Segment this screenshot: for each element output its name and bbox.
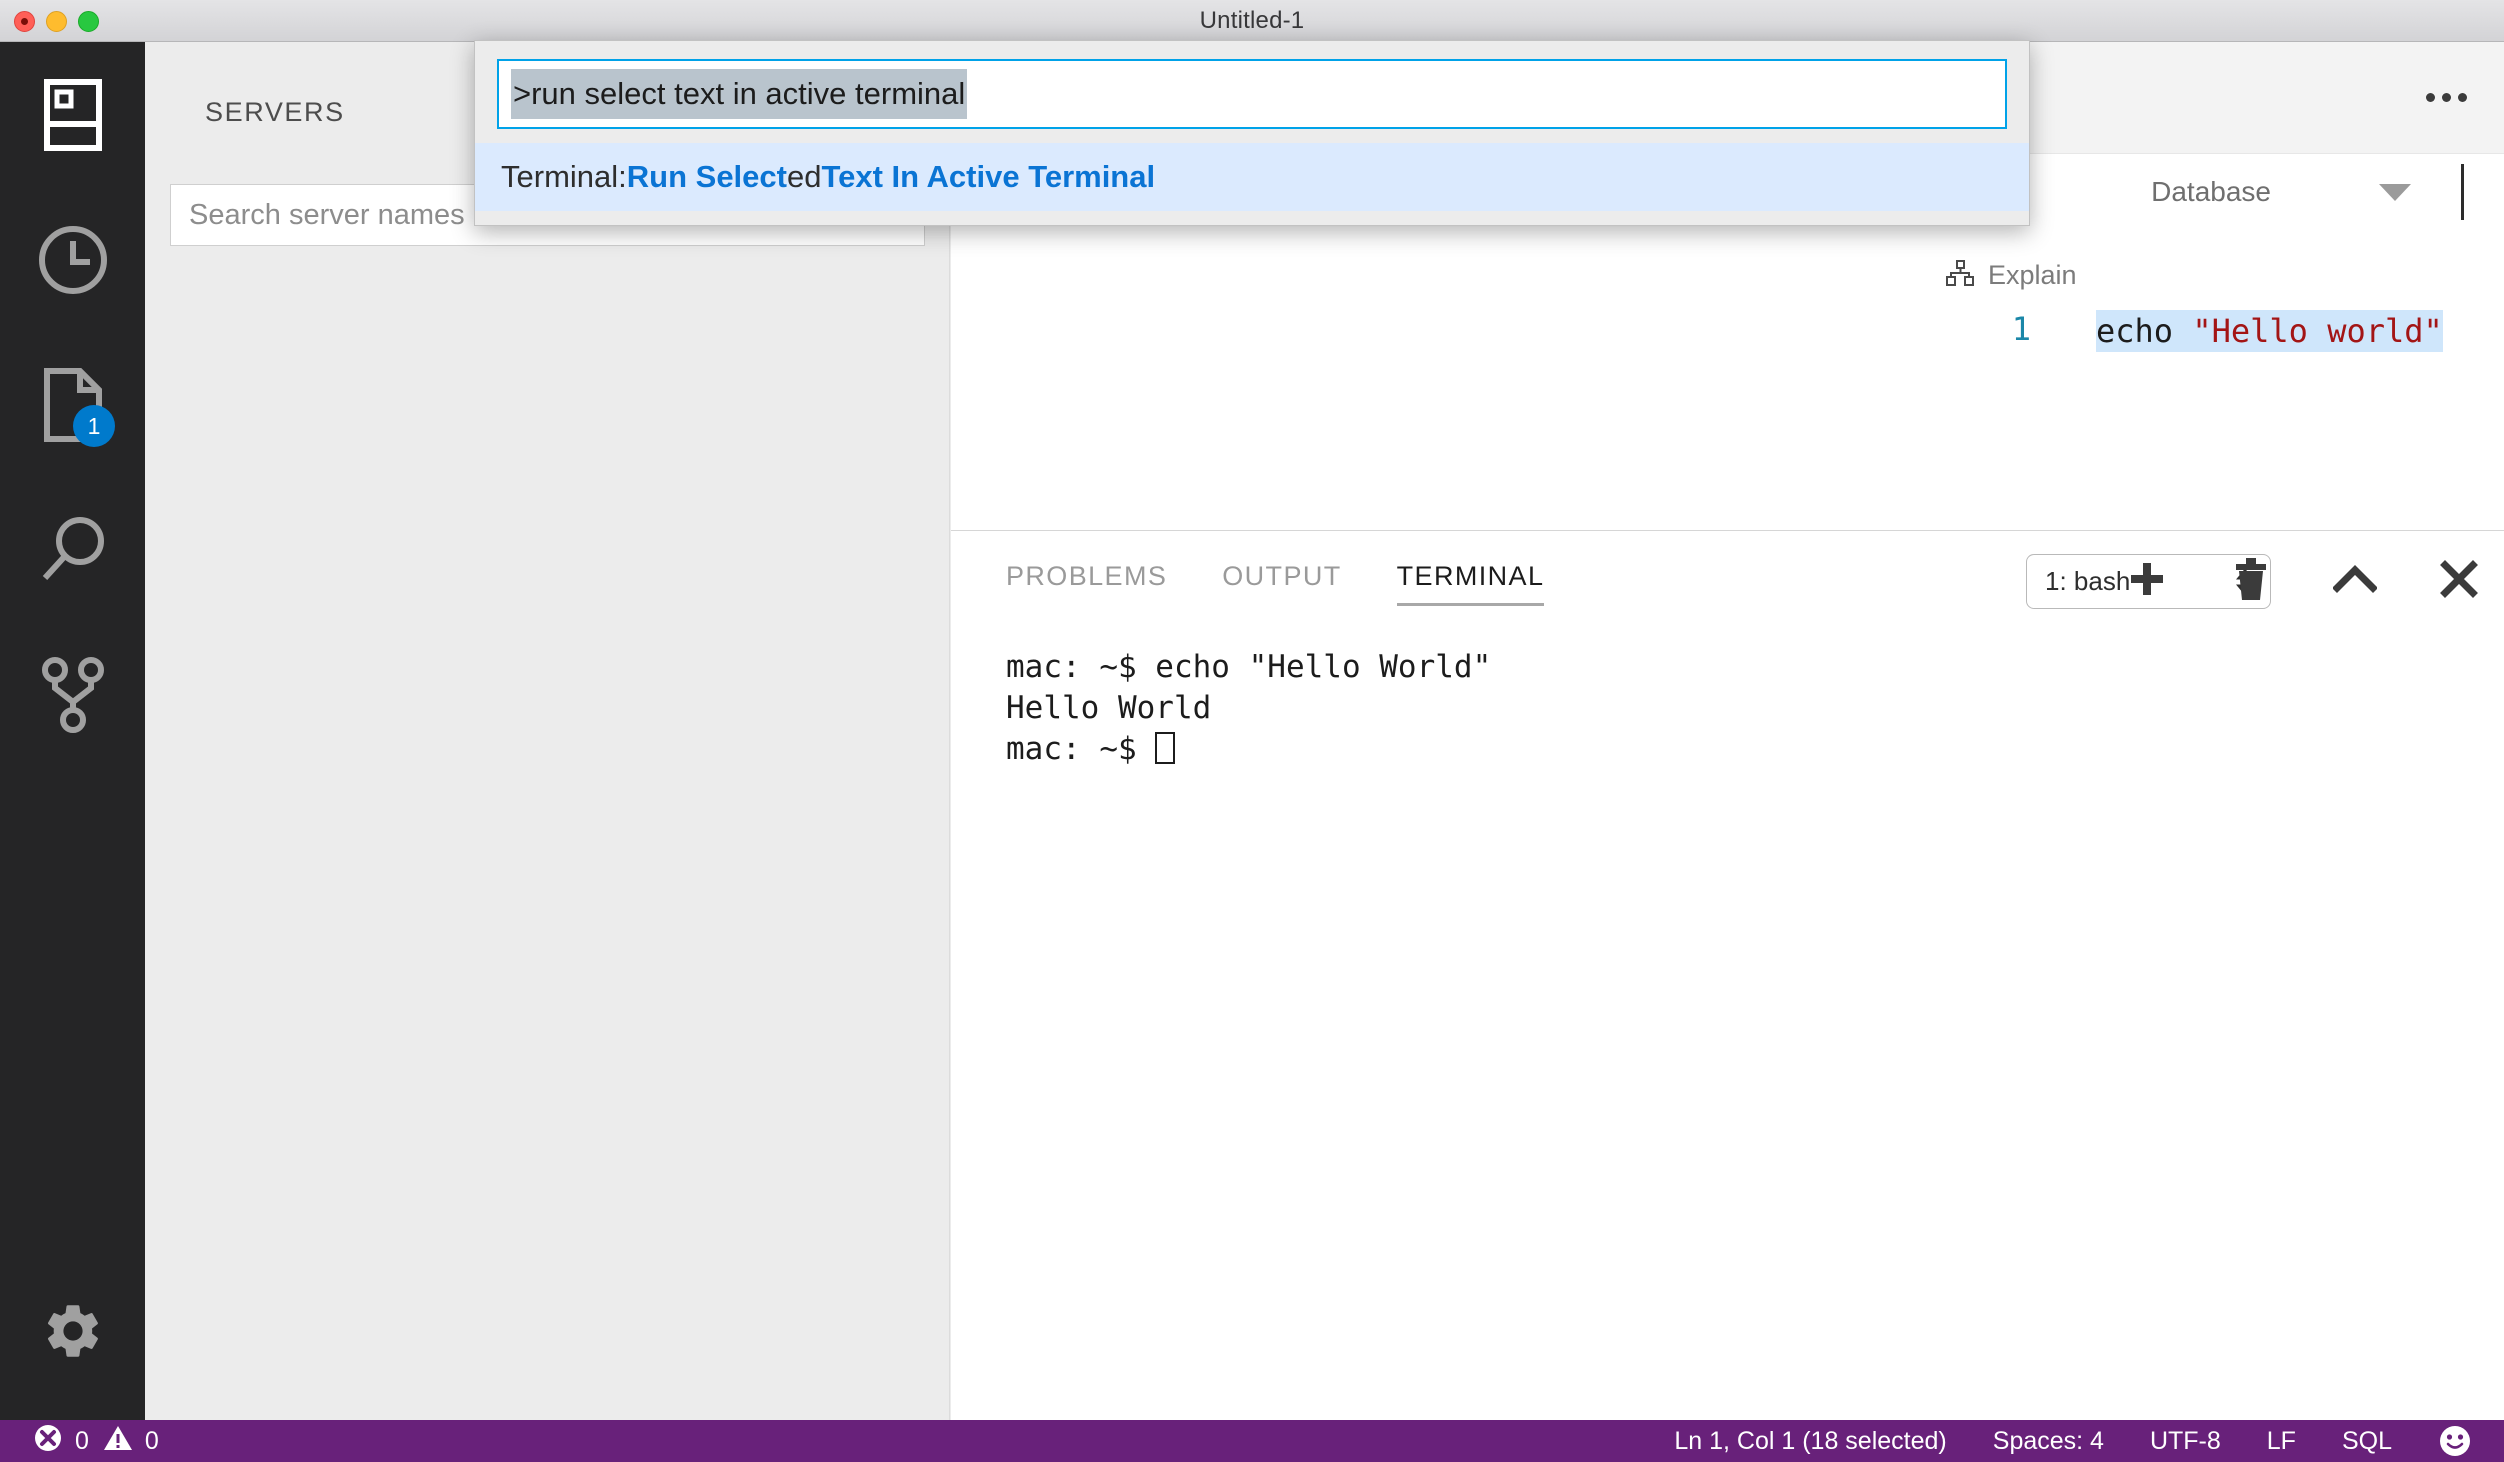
command-match-2: Text In Active Terminal — [821, 159, 1156, 194]
activity-item-source-control[interactable] — [0, 622, 145, 767]
ellipsis-icon — [2441, 92, 2451, 102]
line-number: 1 — [2011, 310, 2031, 348]
status-eol[interactable]: LF — [2267, 1427, 2296, 1456]
command-palette-input[interactable]: >run select text in active terminal — [497, 59, 2007, 129]
terminal-cursor — [1155, 732, 1176, 764]
terminal-line: mac: ~$ echo "Hello World" — [1006, 649, 1492, 685]
database-dropdown[interactable]: Database — [2151, 176, 2411, 208]
activity-item-servers[interactable] — [0, 42, 145, 187]
activity-item-search[interactable] — [0, 477, 145, 622]
status-cursor-position[interactable]: Ln 1, Col 1 (18 selected) — [1674, 1427, 1946, 1456]
command-palette: >run select text in active terminal Term… — [474, 40, 2030, 226]
close-panel-button[interactable] — [2436, 549, 2482, 609]
code-line-1: 1 echo "Hello world" — [1951, 310, 2443, 352]
status-language-mode[interactable]: SQL — [2342, 1427, 2392, 1456]
terminal-line: Hello World — [1006, 690, 1212, 726]
command-palette-item[interactable]: Terminal: Run Select ed Text In Active Te… — [475, 143, 2029, 211]
explain-label: Explain — [1988, 260, 2077, 290]
command-palette-value: >run select text in active terminal — [511, 69, 968, 119]
ellipsis-icon — [2425, 92, 2435, 102]
command-match-1: Run Select — [626, 159, 787, 194]
error-icon — [33, 1423, 63, 1460]
activity-item-manage[interactable] — [0, 1268, 145, 1398]
terminal-prompt-line: mac: ~$ — [1006, 729, 2504, 770]
window-title: Untitled-1 — [1199, 6, 1305, 34]
vscode-window: Untitled-1 1 SERVERS Search server names… — [0, 0, 2504, 1462]
command-plain-1: ed — [786, 159, 822, 194]
database-dropdown-label: Database — [2151, 176, 2271, 207]
tab-terminal[interactable]: TERMINAL — [1396, 561, 1545, 606]
code-string: "Hello world" — [2192, 312, 2443, 350]
terminal-instance-label: 1: bash — [2045, 566, 2131, 596]
kill-terminal-button[interactable] — [2228, 549, 2274, 609]
activity-bar: 1 — [0, 42, 145, 1420]
more-actions-button[interactable] — [2418, 72, 2474, 122]
terminal-prompt: mac: ~$ — [1006, 731, 1156, 767]
explain-codelens[interactable]: Explain — [1946, 260, 2077, 291]
minimize-window-button[interactable] — [46, 10, 67, 32]
sidebar: SERVERS Search server names — [145, 42, 950, 1420]
command-category: Terminal: — [501, 159, 627, 194]
status-encoding[interactable]: UTF-8 — [2150, 1427, 2221, 1456]
text-cursor — [2461, 164, 2464, 220]
status-errors[interactable]: 0 — [33, 1423, 89, 1460]
hierarchy-icon — [1946, 260, 1974, 291]
warning-count: 0 — [144, 1426, 159, 1455]
file-count-badge: 1 — [73, 405, 115, 447]
history-icon — [37, 224, 109, 296]
search-icon — [37, 514, 109, 586]
maximize-window-button[interactable] — [78, 10, 99, 32]
server-search-placeholder: Search server names — [189, 198, 465, 231]
status-warnings[interactable]: 0 — [103, 1424, 159, 1459]
bottom-panel: PROBLEMS OUTPUT TERMINAL 1: bash mac: ~$… — [951, 530, 2504, 1420]
activity-item-open-editors[interactable]: 1 — [0, 332, 145, 477]
activity-item-history[interactable] — [0, 187, 145, 332]
terminal-output[interactable]: mac: ~$ echo "Hello World" Hello World mac… — [951, 631, 2504, 1421]
panel-actions — [2124, 549, 2482, 609]
close-window-button[interactable] — [14, 10, 35, 32]
command-palette-list: Terminal: Run Select ed Text In Active Te… — [475, 143, 2029, 225]
ellipsis-icon — [2457, 92, 2467, 102]
gear-icon — [41, 1299, 105, 1368]
status-indentation[interactable]: Spaces: 4 — [1993, 1427, 2104, 1456]
smiley-icon[interactable] — [2438, 1424, 2472, 1458]
chevron-down-icon — [2379, 183, 2411, 201]
titlebar: Untitled-1 — [0, 0, 2504, 42]
source-control-icon — [37, 656, 109, 734]
servers-icon — [43, 78, 102, 151]
tab-output[interactable]: OUTPUT — [1222, 561, 1341, 602]
new-terminal-button[interactable] — [2124, 549, 2170, 609]
error-count: 0 — [75, 1426, 89, 1455]
status-bar-left: 0 0 — [33, 1423, 159, 1460]
command-palette-input-wrap: >run select text in active terminal — [475, 41, 2029, 143]
maximize-panel-button[interactable] — [2332, 549, 2378, 609]
warning-icon — [103, 1424, 133, 1459]
code-keyword: echo — [2096, 312, 2193, 350]
status-bar: 0 0 Ln 1, Col 1 (18 selected) Spaces: 4 … — [0, 1420, 2504, 1462]
code-content[interactable]: echo "Hello world" — [2096, 310, 2443, 352]
window-controls[interactable] — [14, 0, 99, 42]
panel-tabs: PROBLEMS OUTPUT TERMINAL 1: bash — [951, 531, 2504, 631]
status-bar-right: Ln 1, Col 1 (18 selected) Spaces: 4 UTF-… — [1674, 1424, 2472, 1458]
sidebar-title: SERVERS — [205, 97, 345, 127]
tab-problems[interactable]: PROBLEMS — [1006, 561, 1167, 602]
